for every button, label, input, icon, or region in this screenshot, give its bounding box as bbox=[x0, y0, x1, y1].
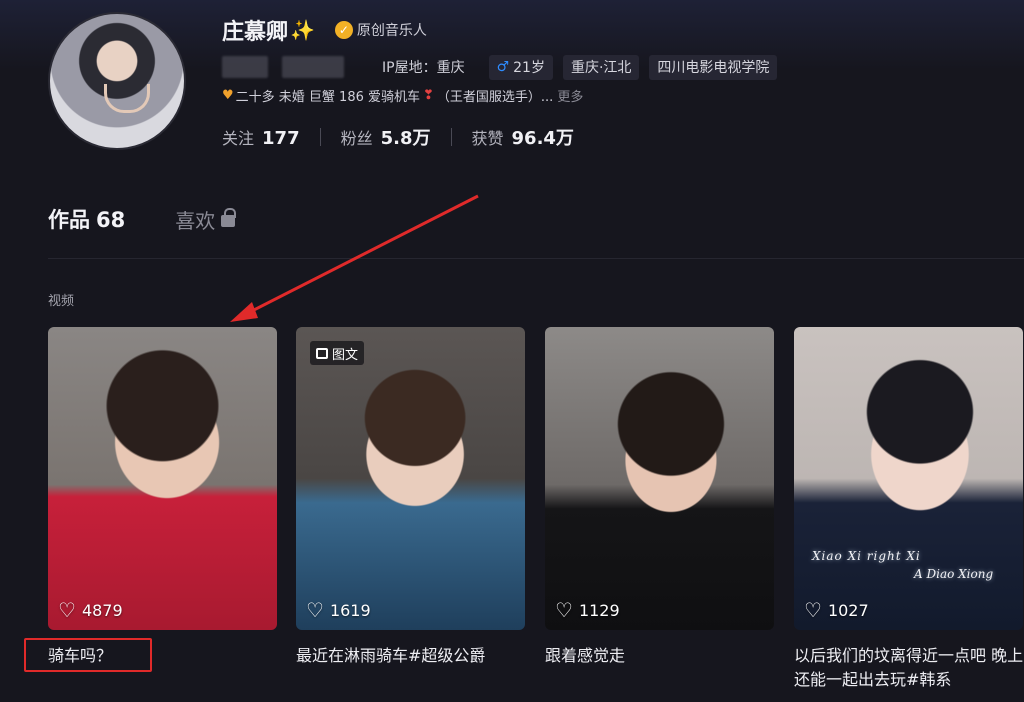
annotation-arrow-head bbox=[230, 302, 258, 322]
annotation-arrow bbox=[230, 194, 479, 322]
annotation-arrow-line bbox=[245, 194, 479, 316]
